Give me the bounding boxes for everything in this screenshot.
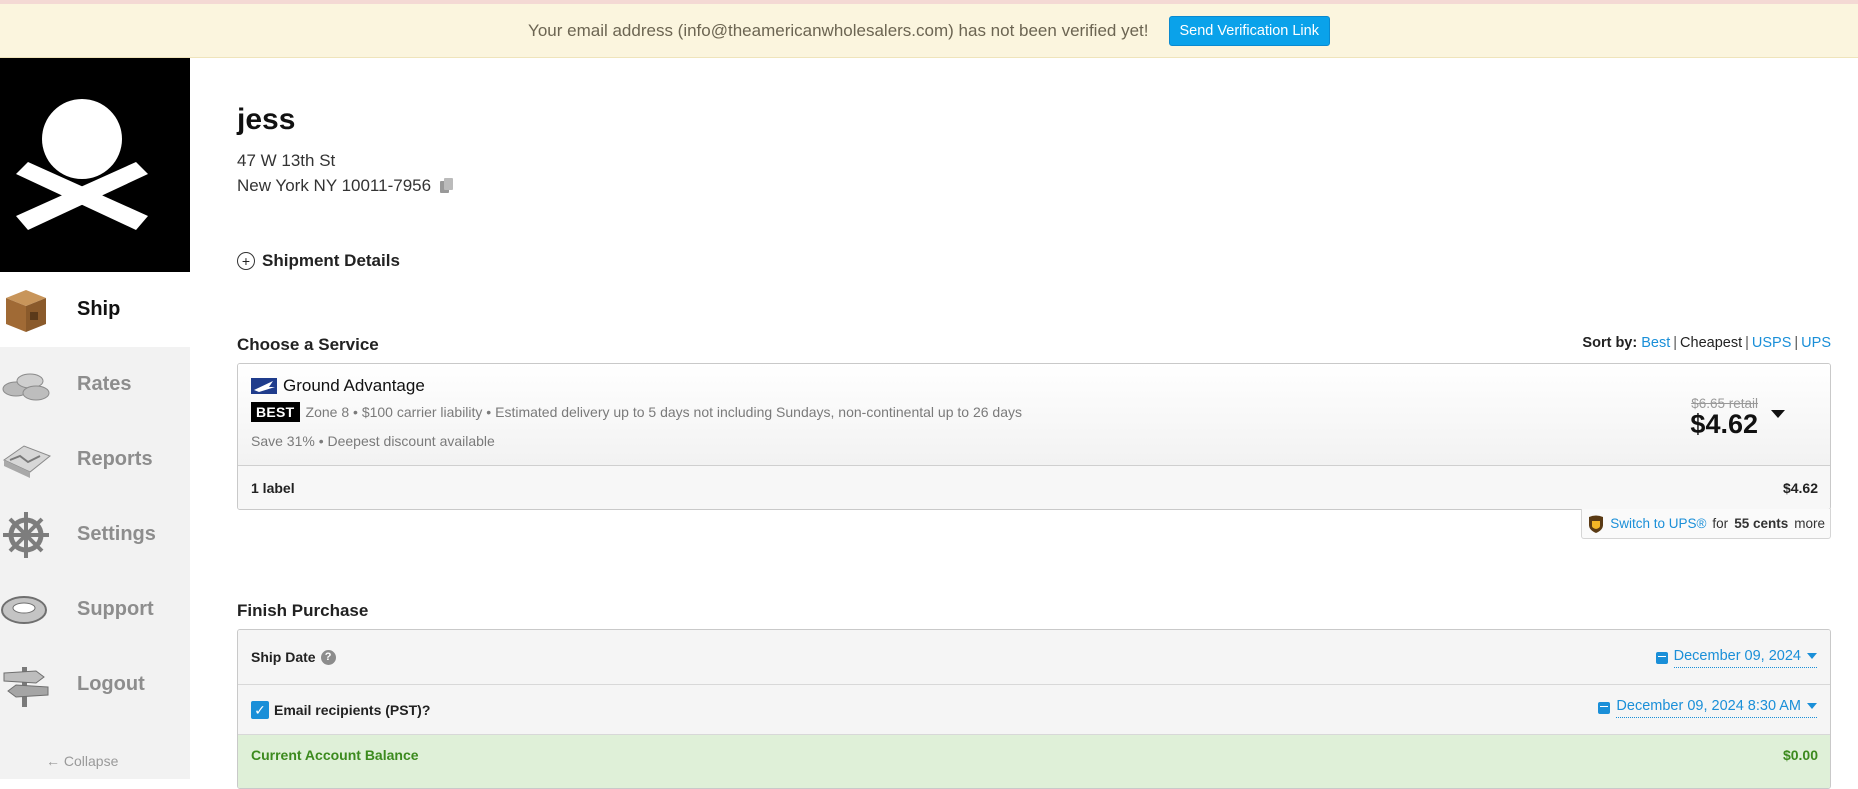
service-name: Ground Advantage bbox=[283, 376, 425, 395]
recipient-name: jess bbox=[237, 103, 296, 136]
service-savings: Save 31% • Deepest discount available bbox=[251, 433, 495, 449]
sort-ups-link[interactable]: UPS bbox=[1801, 335, 1831, 351]
switch-to-ups-link[interactable]: Switch to UPS® bbox=[1610, 516, 1706, 531]
sidebar-item-label: Reports bbox=[77, 448, 153, 470]
box-icon bbox=[6, 289, 46, 332]
ship-date-label-wrap: Ship Date ? bbox=[251, 649, 336, 665]
sidebar-item-logout[interactable]: Logout bbox=[0, 647, 190, 722]
pirate-logo[interactable] bbox=[0, 58, 190, 272]
service-price: $4.62 bbox=[1690, 409, 1758, 439]
ups-for-text: for bbox=[1712, 516, 1729, 531]
sidebar-item-settings[interactable]: Settings bbox=[0, 497, 190, 572]
email-date-value: December 09, 2024 8:30 AM bbox=[1616, 698, 1801, 714]
verification-message: Your email address (info@theamericanwhol… bbox=[528, 20, 1149, 40]
account-balance-row: Current Account Balance $0.00 bbox=[238, 735, 1830, 788]
email-date-picker[interactable]: December 09, 2024 8:30 AM bbox=[1598, 698, 1817, 718]
service-detail-row: BEST Zone 8 • $100 carrier liability • E… bbox=[251, 402, 1022, 422]
balance-value: $0.00 bbox=[1782, 747, 1818, 763]
address-line1: 47 W 13th St bbox=[237, 151, 336, 170]
service-option-header[interactable]: Ground Advantage BEST Zone 8 • $100 carr… bbox=[238, 364, 1830, 466]
switch-to-ups-tab[interactable]: Switch to UPS® for 55 cents more bbox=[1581, 509, 1831, 539]
ups-more-text: more bbox=[1794, 516, 1825, 531]
verification-banner: Your email address (info@theamericanwhol… bbox=[0, 0, 1858, 58]
life-ring-icon bbox=[1, 595, 47, 624]
ship-date-value-wrap: December 09, 2024 bbox=[1673, 648, 1817, 668]
usps-eagle-icon bbox=[251, 378, 277, 394]
address-line2: New York NY 10011-7956 bbox=[237, 176, 432, 195]
skull-crossbones-icon bbox=[16, 99, 148, 230]
ups-extra-amount: 55 cents bbox=[1734, 516, 1789, 531]
sort-by: Sort by: Best | Cheapest | USPS | UPS bbox=[1582, 335, 1831, 351]
send-verification-button[interactable]: Send Verification Link bbox=[1168, 15, 1330, 46]
help-icon[interactable]: ? bbox=[320, 649, 336, 665]
copy-icon[interactable] bbox=[439, 178, 455, 194]
sidebar-item-support[interactable]: Support bbox=[0, 572, 190, 647]
email-recipients-checkbox[interactable]: ✓ bbox=[251, 701, 269, 719]
signpost-icon bbox=[3, 666, 49, 707]
shipment-details-label: Shipment Details bbox=[262, 251, 400, 270]
sidebar-item-label: Rates bbox=[77, 373, 132, 395]
sidebar-item-rates[interactable]: Rates bbox=[0, 347, 190, 422]
service-name-row: Ground Advantage bbox=[251, 376, 425, 396]
email-recipients-label-wrap: ✓ Email recipients (PST)? bbox=[251, 701, 430, 719]
ups-shield-icon bbox=[1589, 515, 1604, 533]
service-details: Zone 8 • $100 carrier liability • Estima… bbox=[305, 404, 1022, 420]
chevron-down-icon bbox=[1807, 653, 1817, 659]
best-badge: BEST bbox=[251, 402, 300, 422]
sort-best-link[interactable]: Best bbox=[1641, 335, 1670, 351]
sidebar-item-label: Support bbox=[77, 598, 154, 620]
sidebar-item-reports[interactable]: Reports bbox=[0, 422, 190, 497]
ship-date-value: December 09, 2024 bbox=[1673, 648, 1801, 664]
sidebar-item-label: Ship bbox=[77, 298, 121, 320]
shipment-details-toggle[interactable]: + Shipment Details bbox=[237, 251, 400, 271]
collapse-sidebar-link[interactable]: ← Collapse bbox=[46, 753, 118, 769]
sort-cheapest[interactable]: Cheapest bbox=[1680, 335, 1742, 351]
sidebar: Ship Rates Reports Settings Support Logo… bbox=[0, 58, 190, 779]
address-line2-row: New York NY 10011-7956 bbox=[237, 176, 455, 196]
calendar-icon bbox=[1655, 652, 1668, 664]
sort-usps-link[interactable]: USPS bbox=[1752, 335, 1792, 351]
chevron-down-icon bbox=[1807, 703, 1817, 709]
sidebar-item-label: Settings bbox=[77, 523, 156, 545]
email-recipients-label: Email recipients (PST)? bbox=[274, 702, 431, 718]
choose-service-title: Choose a Service bbox=[237, 335, 379, 354]
finish-purchase-card: Ship Date ? December 09, 2024 ✓ Email re… bbox=[237, 629, 1831, 789]
label-summary-row: 1 label $4.62 bbox=[238, 466, 1830, 509]
label-total: $4.62 bbox=[1782, 480, 1818, 496]
sidebar-item-ship[interactable]: Ship bbox=[0, 272, 190, 347]
finish-purchase-title: Finish Purchase bbox=[237, 601, 369, 620]
plus-circle-icon: + bbox=[237, 252, 255, 270]
chevron-down-icon[interactable] bbox=[1771, 410, 1785, 418]
coins-icon bbox=[2, 373, 50, 400]
calendar-icon bbox=[1598, 702, 1611, 714]
sort-label: Sort by: bbox=[1582, 335, 1638, 351]
email-recipients-row: ✓ Email recipients (PST)? December 09, 2… bbox=[238, 685, 1830, 735]
ship-date-label: Ship Date bbox=[251, 649, 316, 665]
ship-date-row: Ship Date ? December 09, 2024 bbox=[238, 630, 1830, 685]
map-icon bbox=[3, 444, 51, 478]
label-count: 1 label bbox=[251, 480, 295, 496]
ship-date-picker[interactable]: December 09, 2024 bbox=[1655, 648, 1817, 668]
balance-label: Current Account Balance bbox=[251, 747, 419, 763]
sidebar-item-label: Logout bbox=[77, 673, 145, 695]
service-option-card[interactable]: Ground Advantage BEST Zone 8 • $100 carr… bbox=[237, 363, 1831, 510]
email-date-value-wrap: December 09, 2024 8:30 AM bbox=[1616, 698, 1817, 718]
ship-wheel-icon bbox=[3, 511, 49, 558]
